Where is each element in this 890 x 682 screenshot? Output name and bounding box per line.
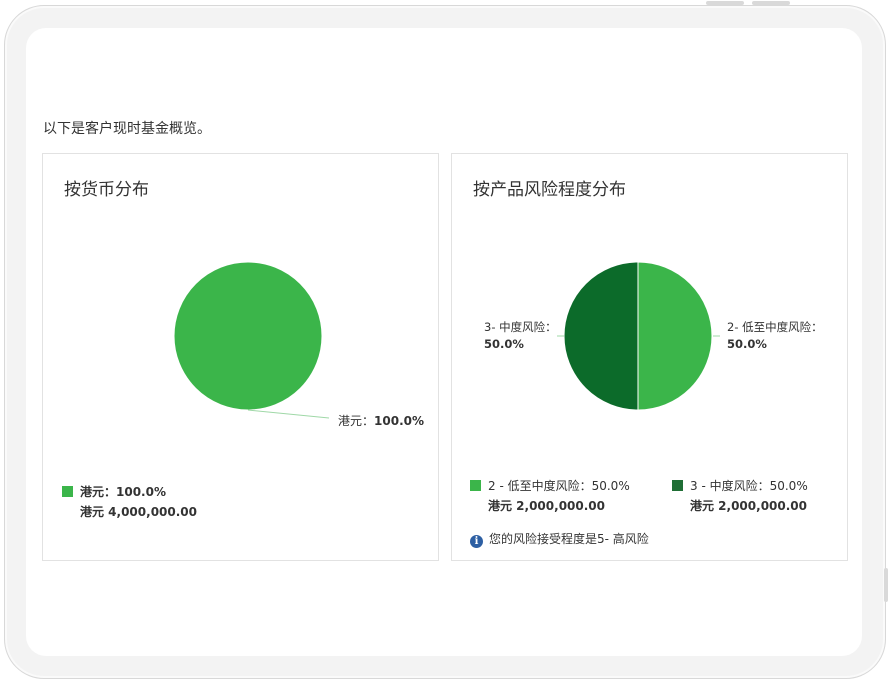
data-label-value: 50.0% [727,337,767,351]
risk-tolerance-text: 您的风险接受程度是5- 高风险 [489,532,649,546]
data-label: 2- 低至中度风险： [727,320,823,334]
legend-swatch [672,480,683,491]
pie-slice-0 [637,261,713,411]
pie-slice-0 [173,261,323,411]
legend-label: 港元：100.0% [80,485,166,499]
legend-swatch [62,486,73,497]
intro-text: 以下是客户现时基金概览。 [43,121,211,137]
legend-label: 2 - 低至中度风险：50.0% [488,479,630,493]
legend-label: 3 - 中度风险：50.0% [690,479,808,493]
data-label: 3- 中度风险： [484,320,557,334]
info-icon: i [470,535,483,548]
risk-distribution-card: 按产品风险程度分布 2- 低至中度风险： 50.0% 3- 中度风险： 50.0… [451,153,848,561]
legend-amount: 港元 4,000,000.00 [80,505,198,519]
legend-item: 港元：100.0% 港元 4,000,000.00 [62,482,197,522]
currency-distribution-card: 按货币分布 港元：100.0% 港元：100.0% 港元 4,000,000.0… [42,153,439,561]
data-label: 港元：100.0% [338,414,424,428]
legend-swatch [470,480,481,491]
legend-amount: 港元 2,000,000.00 [488,499,606,513]
risk-tolerance-note: i 您的风险接受程度是5- 高风险 [470,530,649,548]
leader-line [247,409,330,419]
legend-item: 2 - 低至中度风险：50.0% 港元 2,000,000.00 [470,476,630,516]
device-button-top-2 [752,1,790,5]
device-button-side [884,568,888,602]
data-label-value: 50.0% [484,337,524,351]
device-button-top-1 [706,1,744,5]
legend-amount: 港元 2,000,000.00 [690,499,808,513]
legend-item: 3 - 中度风险：50.0% 港元 2,000,000.00 [672,476,808,516]
pie-slice-1 [563,261,639,411]
